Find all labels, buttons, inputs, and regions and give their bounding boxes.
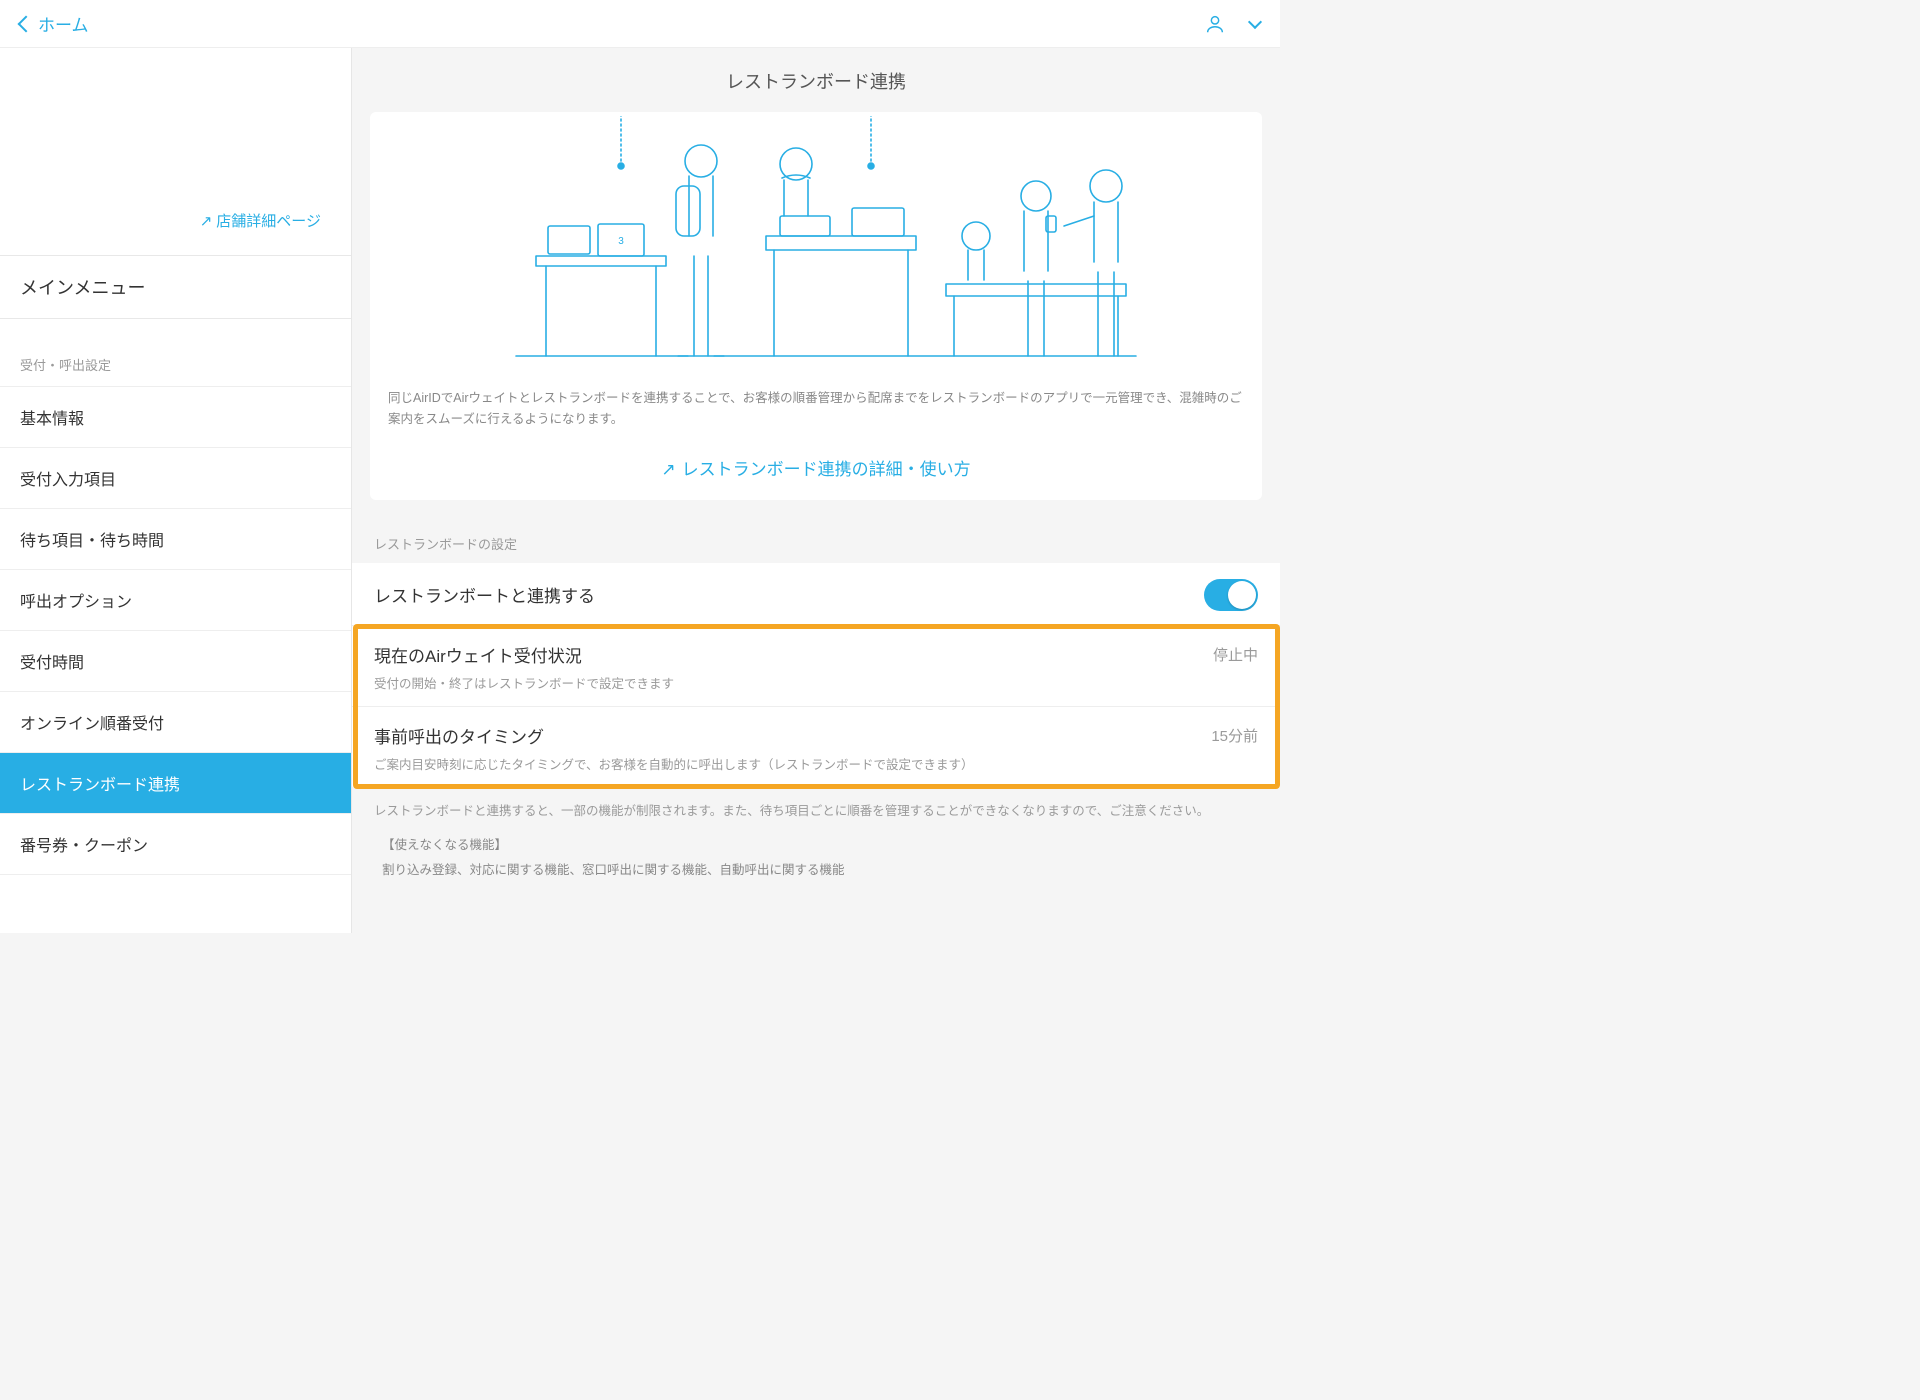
back-button[interactable]: ホーム xyxy=(20,11,89,36)
sidebar-item-call-options[interactable]: 呼出オプション xyxy=(0,570,351,631)
user-icon[interactable] xyxy=(1204,13,1226,35)
info-card: 3 xyxy=(370,112,1262,500)
sidebar: ↗店舗詳細ページ メインメニュー 受付・呼出設定 基本情報 受付入力項目 待ち項… xyxy=(0,48,352,933)
details-link-label: レストランボード連携の詳細・使い方 xyxy=(682,460,971,479)
top-bar: ホーム xyxy=(0,0,1280,48)
setting-row-reception-status[interactable]: 現在のAirウェイト受付状況 停止中 受付の開始・終了はレストランボードで設定で… xyxy=(352,626,1280,707)
external-link-icon: ↗ xyxy=(661,460,675,479)
row-title: レストランボートと連携する xyxy=(374,582,595,607)
shop-detail-link[interactable]: ↗店舗詳細ページ xyxy=(0,210,351,255)
chevron-left-icon xyxy=(18,15,35,32)
card-description: 同じAirIDでAirウェイトとレストランボードを連携することで、お客様の順番管… xyxy=(370,374,1262,437)
note-restrictions: レストランボードと連携すると、一部の機能が制限されます。また、待ち項目ごとに順番… xyxy=(352,787,1280,826)
svg-text:3: 3 xyxy=(618,236,624,247)
sidebar-item-wait-items[interactable]: 待ち項目・待ち時間 xyxy=(0,509,351,570)
setting-row-integration-toggle: レストランボートと連携する xyxy=(352,563,1280,626)
row-value: 15分前 xyxy=(1211,725,1258,746)
restaurant-illustration: 3 xyxy=(370,112,1262,374)
sidebar-item-basic-info[interactable]: 基本情報 xyxy=(0,386,351,448)
top-bar-right xyxy=(1204,13,1260,35)
row-title: 事前呼出のタイミング xyxy=(374,723,544,748)
shop-link-label: 店舗詳細ページ xyxy=(216,213,321,230)
external-link-icon: ↗ xyxy=(200,213,213,230)
settings-section-label: レストランボードの設定 xyxy=(352,510,1280,563)
integration-toggle[interactable] xyxy=(1204,579,1258,611)
sidebar-item-restaurant-board[interactable]: レストランボード連携 xyxy=(0,753,351,814)
main-content: レストランボード連携 3 xyxy=(352,48,1280,933)
details-link[interactable]: ↗ レストランボード連携の詳細・使い方 xyxy=(370,437,1262,500)
note-disabled-list: 割り込み登録、対応に関する機能、窓口呼出に関する機能、自動呼出に関する機能 xyxy=(352,855,1280,898)
page-title: レストランボード連携 xyxy=(352,48,1280,112)
row-desc: ご案内目安時刻に応じたタイミングで、お客様を自動的に呼出します（レストランボード… xyxy=(374,754,1258,773)
row-title: 現在のAirウェイト受付状況 xyxy=(374,642,582,667)
back-label: ホーム xyxy=(38,11,89,36)
row-desc: 受付の開始・終了はレストランボードで設定できます xyxy=(374,673,1258,692)
sidebar-item-input-fields[interactable]: 受付入力項目 xyxy=(0,448,351,509)
sidebar-item-ticket-coupon[interactable]: 番号券・クーポン xyxy=(0,814,351,875)
settings-list: レストランボートと連携する 現在のAirウェイト受付状況 停止中 受付の開始・終… xyxy=(352,563,1280,787)
sidebar-section-label: 受付・呼出設定 xyxy=(0,319,351,386)
note-disabled-heading: 【使えなくなる機能】 xyxy=(352,826,1280,855)
sidebar-item-reception-time[interactable]: 受付時間 xyxy=(0,631,351,692)
row-value: 停止中 xyxy=(1213,644,1258,665)
chevron-down-icon[interactable] xyxy=(1248,14,1262,28)
sidebar-item-online-queue[interactable]: オンライン順番受付 xyxy=(0,692,351,753)
setting-row-precall-timing[interactable]: 事前呼出のタイミング 15分前 ご案内目安時刻に応じたタイミングで、お客様を自動… xyxy=(352,707,1280,787)
main-menu-item[interactable]: メインメニュー xyxy=(0,255,351,319)
